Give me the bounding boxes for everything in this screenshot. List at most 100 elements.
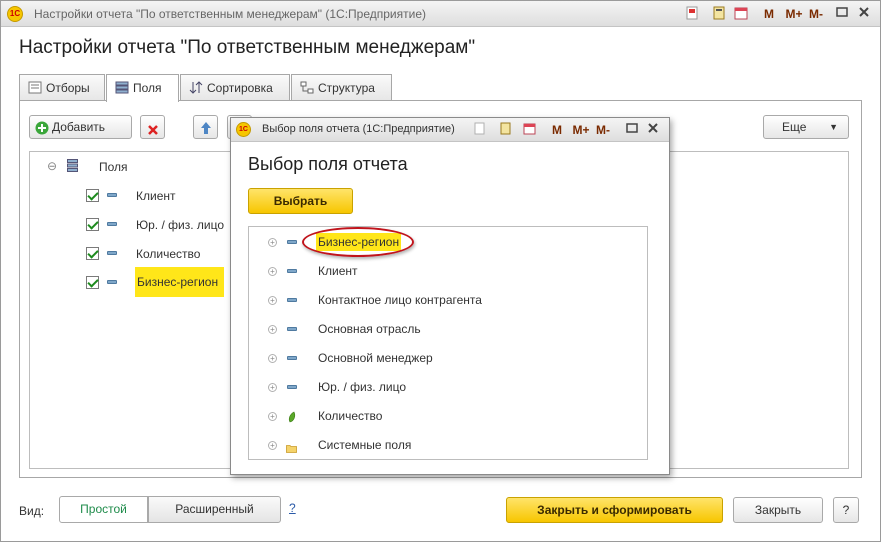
move-up-button[interactable] [193,115,218,139]
field-checkbox[interactable] [86,218,99,231]
dash-icon [287,385,297,389]
tab-label: Сортировка [207,81,273,95]
close-button[interactable]: Закрыть [733,497,823,523]
expand-icon[interactable]: + [268,354,277,363]
tree-item-label: Основной менеджер [318,351,433,365]
bookmark-icon[interactable] [685,6,699,22]
field-icon [107,222,117,226]
close-and-generate-button[interactable]: Закрыть и сформировать [506,497,723,523]
settings-window: 1С Настройки отчета "По ответственным ме… [0,0,881,542]
view-simple-button[interactable]: Простой [59,496,148,523]
tree-item[interactable]: + Системные поля [249,436,647,454]
title-bar: 1С Настройки отчета "По ответственным ме… [1,1,880,27]
tree-item-label: Количество [318,409,383,423]
tree-item[interactable]: + Бизнес-регион [249,227,647,257]
expand-icon[interactable]: + [268,325,277,334]
tab-structure[interactable]: Структура [291,74,392,101]
dash-icon [287,327,297,331]
page-title: Настройки отчета "По ответственным менед… [19,37,476,58]
tree-item[interactable]: + Основная отрасль [249,320,647,338]
dash-icon [287,298,297,302]
collapse-icon[interactable]: ⊖ [47,159,57,173]
dash-icon [287,356,297,360]
fields-icon [115,81,129,94]
memory-m-button[interactable]: M [763,6,775,22]
delete-icon [147,121,159,143]
maximize-icon[interactable] [835,6,849,22]
chevron-down-icon: ▼ [829,122,838,132]
tree-item-label[interactable]: Количество [136,245,200,263]
tab-fields[interactable]: Поля [106,74,179,102]
expand-icon[interactable]: + [268,238,277,247]
expand-icon[interactable]: + [268,383,277,392]
tree-item[interactable]: + Клиент [249,262,647,280]
folder-icon [286,440,297,458]
view-extended-button[interactable]: Расширенный [148,496,281,523]
tree-item[interactable]: + Основной менеджер [249,349,647,367]
select-button[interactable]: Выбрать [248,188,353,214]
field-checkbox[interactable] [86,189,99,202]
filter-icon [28,81,42,94]
expand-icon[interactable]: + [268,296,277,305]
dialog-heading: Выбор поля отчета [248,154,408,174]
tree-item-label: Основная отрасль [318,322,421,336]
bookmark-icon[interactable] [473,122,485,138]
maximize-icon[interactable] [625,122,638,138]
tree-item[interactable]: + Юр. / физ. лицо [249,378,647,396]
tree-item-label: Контактное лицо контрагента [318,293,482,307]
calculator-icon[interactable] [712,6,726,22]
calculator-icon[interactable] [499,122,511,138]
tab-label: Поля [133,81,162,95]
structure-icon [300,81,314,94]
expand-icon[interactable]: + [268,267,277,276]
field-selection-dialog: 1С Выбор поля отчета (1С:Предприятие) M … [230,117,670,475]
highlight-oval [302,227,414,257]
sort-icon [189,81,203,94]
expand-icon[interactable]: + [268,412,277,421]
expand-icon[interactable]: + [268,441,277,450]
available-fields-tree[interactable]: + Бизнес-регион + Клиент + Контактное ли… [248,226,648,460]
tree-item-label[interactable]: Клиент [136,187,176,205]
tree-item[interactable]: + Контактное лицо контрагента [249,291,647,309]
dialog-title: Выбор поля отчета (1С:Предприятие) [262,123,455,135]
close-icon[interactable] [646,122,659,138]
tab-sorting[interactable]: Сортировка [180,74,290,101]
tab-label: Отборы [46,81,90,95]
resource-icon [288,410,296,428]
fields-root-icon [67,159,78,176]
tree-item[interactable]: + Количество [249,407,647,425]
arrow-up-icon [200,120,212,142]
view-label: Вид: [19,504,45,518]
memory-plus-button[interactable]: M+ [784,6,804,22]
memory-minus-button[interactable]: M- [807,6,825,22]
memory-m-button[interactable]: M [551,122,563,138]
dash-icon [287,240,297,244]
tree-item-label: Клиент [318,264,358,278]
add-button[interactable]: Добавить [29,115,132,139]
memory-minus-button[interactable]: M- [594,122,612,138]
close-icon[interactable] [857,6,871,22]
more-button[interactable]: Еще ▼ [763,115,849,139]
tree-item-label[interactable]: Юр. / физ. лицо [136,216,224,234]
fields-root-label: Поля [99,160,128,174]
field-checkbox[interactable] [86,247,99,260]
memory-plus-button[interactable]: M+ [571,122,591,138]
tab-filters[interactable]: Отборы [19,74,105,101]
add-button-label: Добавить [52,120,106,134]
field-icon [107,280,117,284]
1c-logo-icon: 1С [7,6,23,22]
calendar-icon[interactable] [523,122,536,138]
add-icon [35,120,49,142]
calendar-icon[interactable] [734,6,748,22]
tree-item-label: Юр. / физ. лицо [318,380,406,394]
delete-button[interactable] [140,115,165,139]
field-icon [107,193,117,197]
more-button-label: Еще [782,120,807,134]
help-link[interactable]: ? [289,501,296,515]
tab-label: Структура [318,81,375,95]
dialog-title-bar: 1С Выбор поля отчета (1С:Предприятие) M … [231,118,669,142]
window-title: Настройки отчета "По ответственным менед… [34,7,427,21]
field-checkbox[interactable] [86,276,99,289]
help-button[interactable]: ? [833,497,859,523]
tree-item-label-selected[interactable]: Бизнес-регион [135,267,225,297]
